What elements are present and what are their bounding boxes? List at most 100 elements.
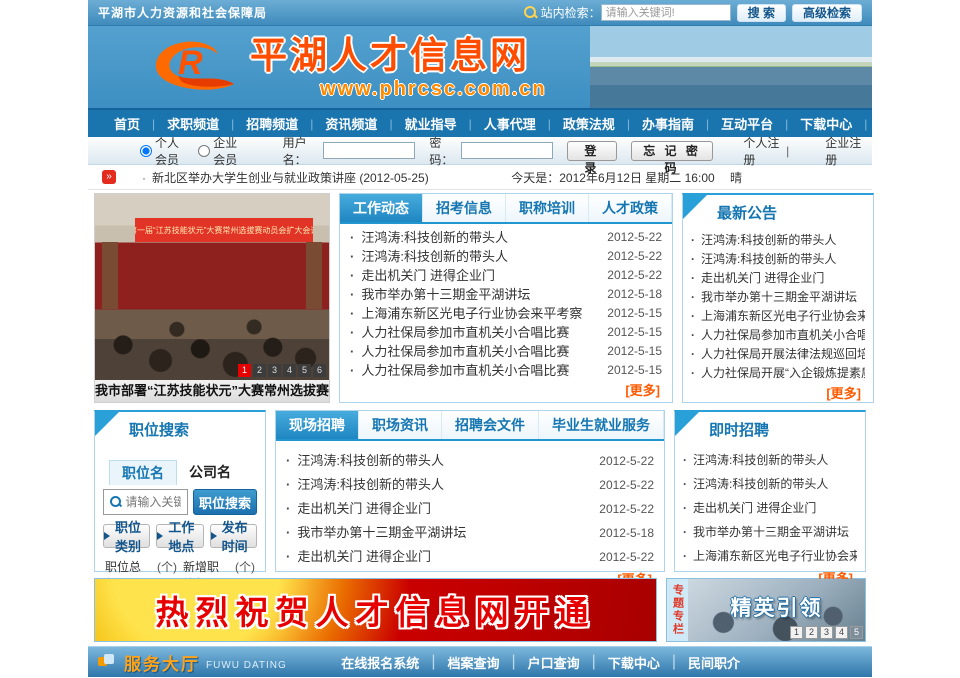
notice-item[interactable]: 汪鸿涛:科技创新的带头人 <box>691 231 865 250</box>
instant-item[interactable]: 汪鸿涛:科技创新的带头人 <box>683 472 857 496</box>
news-item-title[interactable]: 上海浦东新区光电子行业协会来平考察 <box>361 304 582 323</box>
news-item[interactable]: 汪鸿涛:科技创新的带头人2012-5-22 <box>350 247 662 266</box>
recruit-item[interactable]: 走出机关门 进得企业门2012-5-22 <box>286 497 654 521</box>
slideshow-caption[interactable]: 我市部署“江苏技能状元”大赛常州选拔赛 <box>95 380 329 402</box>
nav-download[interactable]: 下载中心 <box>788 114 864 133</box>
nav-service-guide[interactable]: 办事指南 <box>630 114 706 133</box>
company-member-radio-input[interactable] <box>198 145 210 157</box>
footer-link-archive-query[interactable]: 档案查询 <box>435 653 511 672</box>
nav-hr-agency[interactable]: 人事代理 <box>472 114 548 133</box>
instant-item[interactable]: 汪鸿涛:科技创新的带头人 <box>683 448 857 472</box>
news-more-link[interactable]: [更多] <box>340 380 672 403</box>
company-register-link[interactable]: 企业注册 <box>825 134 862 168</box>
news-item-title[interactable]: 我市举办第十三期金平湖讲坛 <box>361 285 530 304</box>
news-item-title[interactable]: 走出机关门 进得企业门 <box>361 266 495 285</box>
slideshow-page-button[interactable]: 5 <box>298 364 311 377</box>
nav-recruit[interactable]: 招聘频道 <box>234 114 310 133</box>
footer-link-private-agency[interactable]: 民间职介 <box>676 653 752 672</box>
keyword-input[interactable] <box>125 495 181 509</box>
topic-page-button[interactable]: 1 <box>790 626 803 639</box>
notice-item[interactable]: 人力社保局开展“入企锻炼提素质” <box>691 364 865 383</box>
recruit-item-title[interactable]: 走出机关门 进得企业门 <box>297 545 431 569</box>
news-item-title[interactable]: 汪鸿涛:科技创新的带头人 <box>361 228 508 247</box>
advanced-search-button[interactable]: 高级检索 <box>792 4 862 22</box>
news-item-title[interactable]: 人力社保局参加市直机关小合唱比赛 <box>361 361 569 380</box>
news-item-title[interactable]: 汪鸿涛:科技创新的带头人 <box>361 247 508 266</box>
password-field[interactable] <box>461 142 553 159</box>
tab-talent-policy[interactable]: 人才政策 <box>589 194 672 222</box>
notice-item[interactable]: 走出机关门 进得企业门 <box>691 269 865 288</box>
nav-job-seek[interactable]: 求职频道 <box>155 114 231 133</box>
filter-date-button[interactable]: 发布时间 <box>210 524 257 548</box>
tab-onsite-recruit[interactable]: 现场招聘 <box>276 411 359 439</box>
topic-page-button[interactable]: 3 <box>820 626 833 639</box>
personal-register-link[interactable]: 个人注册 <box>743 134 780 168</box>
forgot-password-button[interactable]: 忘 记 密 码 <box>631 141 714 161</box>
tab-position-name[interactable]: 职位名 <box>109 460 177 485</box>
nav-sitemap[interactable]: 网站地图 <box>867 114 943 133</box>
filter-category-button[interactable]: 职位类别 <box>103 524 150 548</box>
recruit-item[interactable]: 走出机关门 进得企业门2012-5-22 <box>286 545 654 569</box>
recruit-item-title[interactable]: 走出机关门 进得企业门 <box>297 497 431 521</box>
slideshow-page-button[interactable]: 4 <box>283 364 296 377</box>
topic-page-button[interactable]: 2 <box>805 626 818 639</box>
filter-location-button[interactable]: 工作地点 <box>156 524 203 548</box>
tab-exam-info[interactable]: 招考信息 <box>423 194 506 222</box>
instant-item[interactable]: 我市举办第十三期金平湖讲坛 <box>683 520 857 544</box>
notice-item[interactable]: 汪鸿涛:科技创新的带头人 <box>691 250 865 269</box>
news-item-title[interactable]: 人力社保局参加市直机关小合唱比赛 <box>361 323 569 342</box>
slideshow-page-button[interactable]: 6 <box>313 364 326 377</box>
nav-interaction[interactable]: 互动平台 <box>709 114 785 133</box>
notice-item[interactable]: 人力社保局开展法律法规巡回培训 <box>691 345 865 364</box>
username-field[interactable] <box>323 142 415 159</box>
recruit-item-title[interactable]: 汪鸿涛:科技创新的带头人 <box>297 473 444 497</box>
notice-item[interactable]: 上海浦东新区光电子行业协会来平考 <box>691 307 865 326</box>
news-item[interactable]: 人力社保局参加市直机关小合唱比赛2012-5-15 <box>350 361 662 380</box>
news-item-title[interactable]: 人力社保局参加市直机关小合唱比赛 <box>361 342 569 361</box>
footer-link-online-signup[interactable]: 在线报名系统 <box>329 653 431 672</box>
slideshow-page-button[interactable]: 2 <box>253 364 266 377</box>
slideshow-page-button[interactable]: 3 <box>268 364 281 377</box>
recruit-item-title[interactable]: 我市举办第十三期金平湖讲坛 <box>297 521 466 545</box>
announcement-link[interactable]: 新北区举办大学生创业与就业政策讲座 (2012-05-25) <box>142 169 429 186</box>
recruit-item[interactable]: 汪鸿涛:科技创新的带头人2012-5-22 <box>286 473 654 497</box>
nav-employment-guide[interactable]: 就业指导 <box>393 114 469 133</box>
recruit-item[interactable]: 汪鸿涛:科技创新的带头人2012-5-22 <box>286 449 654 473</box>
nav-info[interactable]: 资讯频道 <box>313 114 389 133</box>
notice-item[interactable]: 我市举办第十三期金平湖讲坛 <box>691 288 865 307</box>
brand[interactable]: R 平湖人才信息网 www.phrcsc.com.cn <box>148 34 547 101</box>
site-search-input[interactable] <box>601 4 731 21</box>
slideshow-image[interactable]: 第一届“江苏技能状元”大赛常州选拔赛动员会扩大会议 1 2 3 4 5 6 <box>95 194 329 380</box>
site-search-button[interactable]: 搜 索 <box>737 4 786 22</box>
tab-graduate-service[interactable]: 毕业生就业服务 <box>539 411 664 439</box>
footer-link-download[interactable]: 下载中心 <box>596 653 672 672</box>
tab-title-training[interactable]: 职称培训 <box>506 194 589 222</box>
footer-link-hukou-query[interactable]: 户口查询 <box>516 653 592 672</box>
tab-jobfair-files[interactable]: 招聘会文件 <box>442 411 539 439</box>
news-item[interactable]: 人力社保局参加市直机关小合唱比赛2012-5-15 <box>350 323 662 342</box>
nav-home[interactable]: 首页 <box>102 114 152 133</box>
celebration-banner[interactable]: 热烈祝贺人才信息网开通 <box>94 578 657 642</box>
news-item[interactable]: 上海浦东新区光电子行业协会来平考察2012-5-15 <box>350 304 662 323</box>
notice-more-link[interactable]: [更多] <box>683 383 873 406</box>
news-item[interactable]: 走出机关门 进得企业门2012-5-22 <box>350 266 662 285</box>
company-member-radio[interactable]: 企业会员 <box>198 134 246 168</box>
tab-company-name[interactable]: 公司名 <box>177 460 243 485</box>
slideshow-page-button[interactable]: 1 <box>238 364 251 377</box>
nav-policy[interactable]: 政策法规 <box>551 114 627 133</box>
news-item[interactable]: 我市举办第十三期金平湖讲坛2012-5-18 <box>350 285 662 304</box>
personal-member-radio-input[interactable] <box>140 145 152 157</box>
topic-page-button[interactable]: 4 <box>835 626 848 639</box>
tab-career-info[interactable]: 职场资讯 <box>359 411 442 439</box>
login-button[interactable]: 登 录 <box>567 141 617 161</box>
notice-item[interactable]: 人力社保局参加市直机关小合唱比赛 <box>691 326 865 345</box>
recruit-item[interactable]: 我市举办第十三期金平湖讲坛2012-5-18 <box>286 521 654 545</box>
job-search-button[interactable]: 职位搜索 <box>193 489 257 515</box>
instant-item[interactable]: 上海浦东新区光电子行业协会来平考 <box>683 544 857 568</box>
instant-item[interactable]: 走出机关门 进得企业门 <box>683 496 857 520</box>
topic-page-button[interactable]: 5 <box>850 626 863 639</box>
recruit-item-title[interactable]: 汪鸿涛:科技创新的带头人 <box>297 449 444 473</box>
special-topic-banner[interactable]: 专题专栏 精英引领 1 2 3 4 5 <box>666 578 866 642</box>
news-item[interactable]: 人力社保局参加市直机关小合唱比赛2012-5-15 <box>350 342 662 361</box>
tab-work-news[interactable]: 工作动态 <box>340 194 423 222</box>
